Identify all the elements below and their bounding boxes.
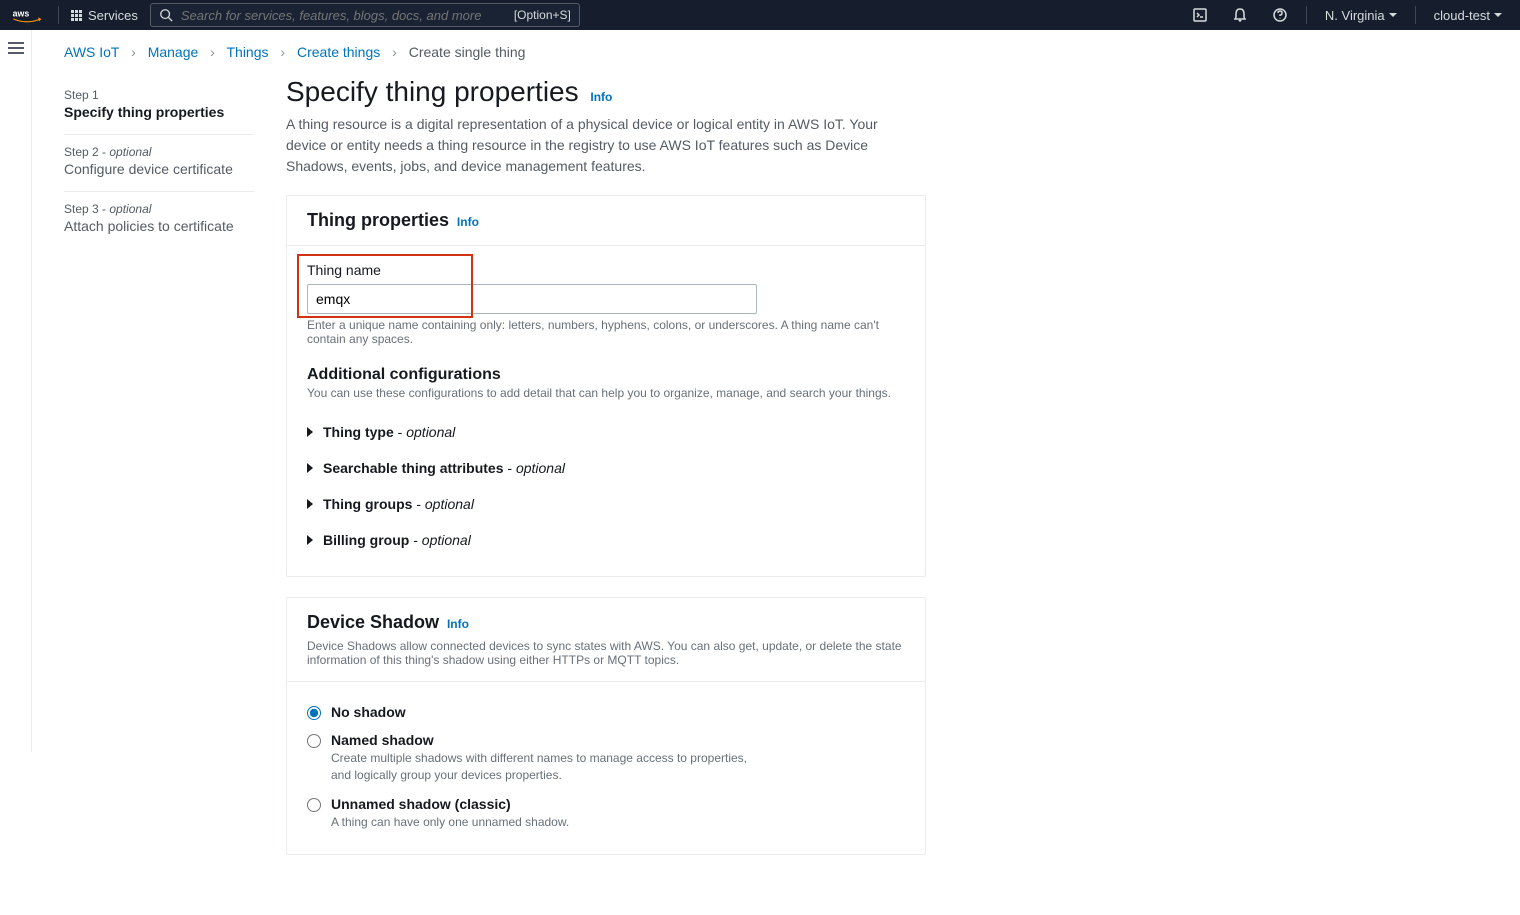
radio-input[interactable] bbox=[307, 798, 321, 812]
additional-config-header: Additional configurations bbox=[307, 366, 905, 384]
help-icon bbox=[1272, 7, 1288, 23]
breadcrumb: AWS IoT › Manage › Things › Create thing… bbox=[32, 30, 1520, 68]
thing-name-input[interactable] bbox=[307, 284, 757, 314]
services-menu[interactable]: Services bbox=[71, 8, 138, 23]
region-selector[interactable]: N. Virginia bbox=[1319, 8, 1403, 23]
aws-logo[interactable]: aws bbox=[12, 7, 42, 23]
notifications-button[interactable] bbox=[1226, 1, 1254, 29]
search-input[interactable] bbox=[181, 8, 506, 23]
radio-unnamed-shadow[interactable]: Unnamed shadow (classic) A thing can hav… bbox=[307, 790, 905, 837]
top-nav: aws Services [Option+S] N. Virginia clou… bbox=[0, 0, 1520, 30]
page-title: Specify thing properties Info bbox=[286, 76, 926, 108]
account-label: cloud-test bbox=[1434, 8, 1490, 23]
caret-right-icon bbox=[307, 535, 313, 545]
nav-divider bbox=[1306, 6, 1307, 24]
page-description: A thing resource is a digital representa… bbox=[286, 114, 922, 177]
expand-thing-groups[interactable]: Thing groups - optional bbox=[307, 486, 905, 522]
wizard-step-3[interactable]: Step 3 - optional Attach policies to cer… bbox=[64, 192, 254, 248]
device-shadow-desc: Device Shadows allow connected devices t… bbox=[307, 639, 905, 667]
wizard-step-2[interactable]: Step 2 - optional Configure device certi… bbox=[64, 135, 254, 192]
expand-billing-group[interactable]: Billing group - optional bbox=[307, 522, 905, 558]
info-link[interactable]: Info bbox=[590, 90, 612, 104]
panel-header: Device Shadow Info Device Shadows allow … bbox=[287, 598, 925, 682]
caret-right-icon bbox=[307, 463, 313, 473]
services-label: Services bbox=[88, 8, 138, 23]
chevron-right-icon: › bbox=[392, 44, 397, 60]
search-icon bbox=[159, 8, 173, 22]
chevron-down-icon bbox=[1389, 13, 1397, 17]
terminal-icon bbox=[1192, 7, 1208, 23]
wizard-steps: Step 1 Specify thing properties Step 2 -… bbox=[64, 68, 254, 875]
breadcrumb-link[interactable]: Things bbox=[226, 44, 268, 60]
search-shortcut: [Option+S] bbox=[514, 8, 571, 22]
account-menu[interactable]: cloud-test bbox=[1428, 8, 1508, 23]
breadcrumb-current: Create single thing bbox=[409, 44, 526, 60]
radio-input[interactable] bbox=[307, 706, 321, 720]
region-label: N. Virginia bbox=[1325, 8, 1385, 23]
grid-icon bbox=[71, 10, 82, 21]
chevron-down-icon bbox=[1494, 13, 1502, 17]
info-link[interactable]: Info bbox=[457, 215, 479, 229]
side-rail bbox=[0, 30, 32, 752]
breadcrumb-link[interactable]: Create things bbox=[297, 44, 380, 60]
global-search[interactable]: [Option+S] bbox=[150, 3, 580, 27]
thing-properties-panel: Thing properties Info Thing name Enter a… bbox=[286, 195, 926, 577]
expand-searchable-attributes[interactable]: Searchable thing attributes - optional bbox=[307, 450, 905, 486]
caret-right-icon bbox=[307, 427, 313, 437]
device-shadow-panel: Device Shadow Info Device Shadows allow … bbox=[286, 597, 926, 855]
wizard-step-1[interactable]: Step 1 Specify thing properties bbox=[64, 78, 254, 135]
chevron-right-icon: › bbox=[280, 44, 285, 60]
radio-input[interactable] bbox=[307, 734, 321, 748]
breadcrumb-link[interactable]: Manage bbox=[148, 44, 199, 60]
expand-thing-type[interactable]: Thing type - optional bbox=[307, 414, 905, 450]
panel-header: Thing properties Info bbox=[287, 196, 925, 246]
help-button[interactable] bbox=[1266, 1, 1294, 29]
caret-right-icon bbox=[307, 499, 313, 509]
nav-divider bbox=[58, 6, 59, 24]
additional-config-desc: You can use these configurations to add … bbox=[307, 386, 905, 400]
svg-text:aws: aws bbox=[13, 9, 30, 19]
breadcrumb-link[interactable]: AWS IoT bbox=[64, 44, 119, 60]
radio-no-shadow[interactable]: No shadow bbox=[307, 698, 905, 726]
nav-divider bbox=[1415, 6, 1416, 24]
thing-name-label: Thing name bbox=[307, 262, 905, 278]
chevron-right-icon: › bbox=[131, 44, 136, 60]
radio-named-shadow[interactable]: Named shadow Create multiple shadows wit… bbox=[307, 726, 905, 790]
hamburger-button[interactable] bbox=[8, 42, 24, 54]
thing-name-hint: Enter a unique name containing only: let… bbox=[307, 318, 905, 346]
main-content: Specify thing properties Info A thing re… bbox=[286, 68, 926, 875]
chevron-right-icon: › bbox=[210, 44, 215, 60]
info-link[interactable]: Info bbox=[447, 617, 469, 631]
bell-icon bbox=[1232, 7, 1248, 23]
cloudshell-button[interactable] bbox=[1186, 1, 1214, 29]
